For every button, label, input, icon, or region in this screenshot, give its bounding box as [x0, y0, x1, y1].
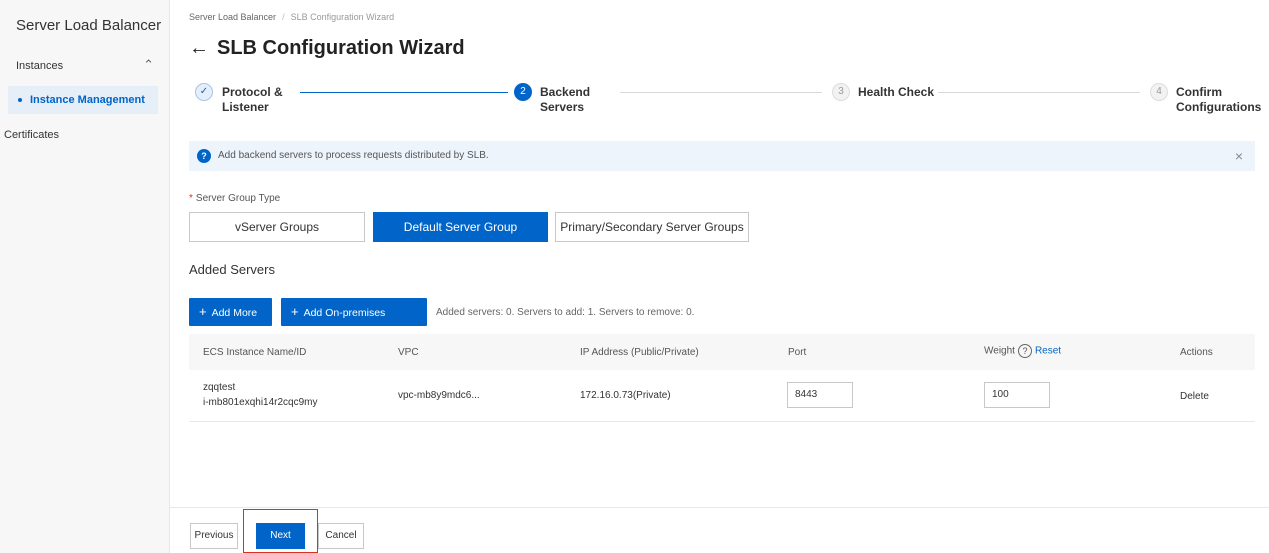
port-input[interactable]: 8443	[787, 382, 853, 408]
sidebar-item-certificates[interactable]: Certificates	[4, 129, 59, 141]
info-text: Add backend servers to process requests …	[218, 150, 489, 161]
step-connector-2	[620, 92, 822, 93]
add-more-button[interactable]: + Add More	[189, 298, 272, 326]
breadcrumb: Server Load Balancer / SLB Configuration W…	[189, 12, 394, 22]
bullet-icon	[18, 98, 22, 103]
step-2-line2: Servers	[540, 100, 585, 114]
step-connector-3	[938, 92, 1140, 93]
col-weight: Weight? Reset	[984, 344, 1061, 358]
help-icon[interactable]: ?	[1017, 344, 1032, 358]
breadcrumb-root[interactable]: Server Load Balancer	[189, 12, 276, 22]
reset-link[interactable]: Reset	[1035, 346, 1061, 357]
instance-name: zqqtest	[203, 382, 236, 393]
step-2-line1: Backend	[540, 85, 591, 99]
sidebar-item-label: Instance Management	[30, 94, 145, 106]
breadcrumb-current: SLB Configuration Wizard	[290, 12, 395, 22]
step-1-line2: Listener	[222, 100, 269, 114]
previous-button[interactable]: Previous	[190, 523, 238, 549]
step-1-label: Protocol & Listener	[222, 85, 283, 115]
step-1-check-icon: ✓	[195, 83, 213, 101]
cancel-button[interactable]: Cancel	[318, 523, 364, 549]
col-weight-label: Weight	[984, 345, 1015, 357]
server-group-type-label: * Server Group Type	[189, 193, 280, 204]
sidebar-section-label: Instances	[16, 60, 64, 72]
primary-secondary-server-groups-option[interactable]: Primary/Secondary Server Groups	[555, 212, 749, 242]
info-question-icon: ?	[197, 149, 211, 163]
info-banner: ? Add backend servers to process request…	[189, 141, 1255, 171]
col-port: Port	[788, 347, 807, 358]
required-mark: *	[189, 193, 193, 204]
breadcrumb-separator: /	[282, 12, 285, 22]
table-header: ECS Instance Name/ID VPC IP Address (Pub…	[189, 334, 1255, 370]
highlight-box	[243, 509, 318, 553]
ip-address: 172.16.0.73(Private)	[580, 390, 671, 401]
sidebar-title: Server Load Balancer	[16, 17, 162, 34]
sidebar: Server Load Balancer Instances ⌃ Instanc…	[0, 0, 170, 553]
col-actions: Actions	[1180, 347, 1213, 358]
step-4-number: 4	[1150, 83, 1168, 101]
step-4-label: Confirm Configurations	[1176, 85, 1261, 115]
table-row: zqqtest i-mb801exqhi14r2cqc9my vpc-mb8y9…	[189, 370, 1255, 422]
col-instance: ECS Instance Name/ID	[203, 347, 307, 358]
step-1-line1: Protocol &	[222, 85, 283, 99]
chevron-up-icon[interactable]: ⌃	[143, 57, 154, 73]
step-4-line2: Configurations	[1176, 100, 1262, 114]
server-counts: Added servers: 0. Servers to add: 1. Ser…	[436, 307, 695, 318]
plus-icon: +	[291, 304, 299, 319]
step-2-number: 2	[514, 83, 532, 101]
back-arrow-icon[interactable]: ←	[189, 37, 209, 60]
instance-id-link[interactable]: i-mb801exqhi14r2cqc9my	[203, 397, 318, 408]
step-connector-1	[300, 92, 508, 93]
server-group-type-text: Server Group Type	[195, 193, 281, 204]
vserver-groups-option[interactable]: vServer Groups	[189, 212, 365, 242]
page-title: ← SLB Configuration Wizard	[189, 37, 465, 60]
weight-input[interactable]: 100	[984, 382, 1050, 408]
sidebar-item-instance-management[interactable]: Instance Management	[8, 86, 158, 114]
close-icon[interactable]: ×	[1235, 148, 1243, 164]
step-2-label: Backend Servers	[540, 85, 590, 115]
delete-link[interactable]: Delete	[1180, 391, 1209, 402]
step-3-number: 3	[832, 83, 850, 101]
step-3-label: Health Check	[858, 85, 935, 99]
col-vpc: VPC	[398, 347, 419, 358]
plus-icon: +	[199, 304, 207, 319]
add-onpremises-server-button[interactable]: +Add On-premises Server	[281, 298, 427, 347]
sidebar-section-instances[interactable]: Instances ⌃	[16, 57, 156, 73]
page-title-text: SLB Configuration Wizard	[217, 37, 465, 59]
vpc-link[interactable]: vpc-mb8y9mdc6...	[398, 390, 480, 401]
added-servers-title: Added Servers	[189, 262, 275, 277]
step-4-line1: Confirm	[1176, 85, 1222, 99]
add-more-label: Add More	[211, 307, 258, 319]
col-ip: IP Address (Public/Private)	[580, 347, 699, 358]
default-server-group-option[interactable]: Default Server Group	[373, 212, 548, 242]
